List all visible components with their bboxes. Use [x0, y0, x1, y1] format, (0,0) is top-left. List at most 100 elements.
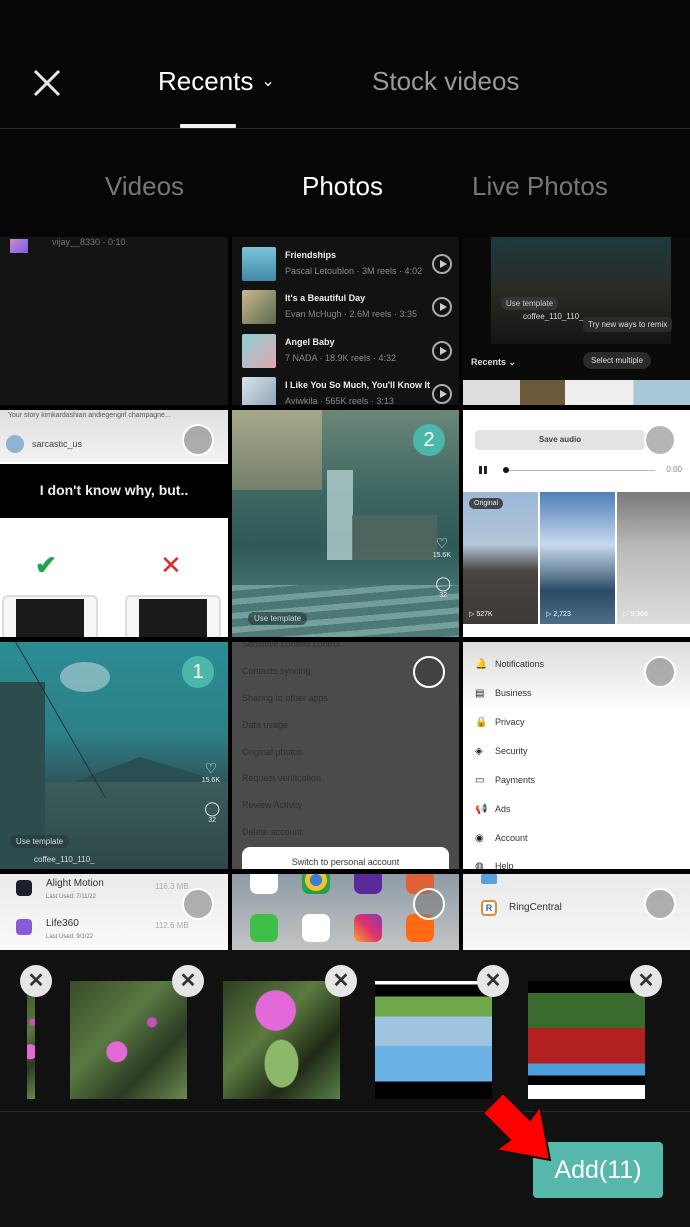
selected-thumbnail[interactable] [70, 981, 187, 1099]
photo-thumbnail[interactable]: Your story kimkardashian andiegengirl ch… [0, 410, 228, 637]
comment-icon: ◯ [204, 800, 220, 816]
settings-item: 📢 Ads [475, 804, 511, 815]
play-icon [432, 297, 452, 317]
username: coffee_110_110_ [34, 855, 95, 864]
comment-icon: ◯ [435, 575, 451, 591]
remove-button[interactable]: ✕ [325, 965, 357, 997]
selection-circle[interactable] [182, 888, 214, 920]
capcut-icon [302, 914, 330, 942]
photo-thumbnail[interactable]: Friendships Pascal Letoublon · 3M reels … [232, 237, 459, 405]
photo-thumbnail[interactable] [232, 874, 459, 950]
lamp-post [327, 470, 353, 560]
selection-number-badge[interactable]: 2 [413, 424, 445, 456]
reel-tile [617, 492, 690, 624]
account-icon: ◉ [475, 833, 484, 844]
building [232, 410, 322, 490]
song-item: Friendships Pascal Letoublon · 3M reels … [242, 247, 452, 281]
subtab-videos[interactable]: Videos [105, 171, 184, 202]
selection-circle[interactable] [644, 888, 676, 920]
cloud [60, 662, 110, 692]
pause-icon [479, 466, 487, 474]
settings-item: 🔒 Privacy [475, 717, 525, 728]
remove-button[interactable]: ✕ [630, 965, 662, 997]
comment-count: ◯ 32 [435, 575, 451, 599]
likes-value: 15.6K [201, 777, 220, 784]
phone-image [125, 595, 221, 637]
remove-button[interactable]: ✕ [20, 965, 52, 997]
tab-stock-videos[interactable]: Stock videos [372, 66, 519, 97]
photo-thumbnail[interactable]: vijay__8330 · 0:10 [0, 237, 228, 405]
subtab-live-photos[interactable]: Live Photos [472, 171, 608, 202]
tab-recents-label: Recents [158, 66, 254, 96]
photo-thumbnail[interactable]: 🔔 Notifications ▤ Business 🔒 Privacy ◈ Secur… [463, 642, 690, 869]
song-subtitle: Evan McHugh · 2.6M reels · 3:35 [285, 309, 418, 319]
selection-circle[interactable] [182, 424, 214, 456]
likes-value: 15.6K [432, 552, 451, 559]
red-arrow-annotation-icon [481, 1091, 552, 1162]
checkmark-icon: ✔ [35, 550, 57, 580]
song-title: I Like You So Much, You'll Know It [285, 380, 430, 390]
settings-item-label: Help [495, 861, 514, 869]
lock-icon: 🔒 [475, 717, 488, 728]
username: coffee_110_110_ [523, 312, 584, 321]
original-badge: Original [469, 498, 504, 509]
selection-circle[interactable] [413, 656, 445, 688]
photo-thumbnail[interactable]: R RingCentral [463, 874, 690, 950]
stories-row: Your story kimkardashian andiegengirl ch… [8, 412, 171, 419]
app-last-used: Last Used: 9/1/22 [46, 934, 94, 940]
settings-item: Data usage [242, 720, 289, 730]
avatar [6, 435, 24, 453]
subtab-photos[interactable]: Photos [302, 171, 383, 202]
song-title: Angel Baby [285, 337, 335, 347]
alight-motion-icon [16, 880, 32, 896]
settings-item-label: Notifications [495, 659, 545, 669]
photo-thumbnail[interactable]: Alight Motion Last Used: 7/11/22 116.3 M… [0, 874, 228, 950]
comment-count: ◯ 32 [204, 800, 220, 824]
selection-number-badge[interactable]: 1 [182, 656, 214, 688]
photo-thumbnail[interactable]: ♡ 15.6K ◯ 32 Use template coffee_110_110… [0, 642, 228, 869]
recents-label: Recents ⌄ [471, 357, 517, 367]
remove-button[interactable]: ✕ [477, 965, 509, 997]
comments-value: 32 [439, 592, 448, 599]
ringcentral-icon: R [481, 900, 497, 916]
shield-icon: ◈ [475, 746, 483, 757]
view-count: ▷ 9,368 [623, 611, 648, 618]
use-template-label: Use template [10, 835, 70, 848]
selected-thumbnail[interactable] [223, 981, 340, 1099]
help-icon: ◍ [475, 861, 484, 869]
album-art [242, 334, 276, 368]
roku-remote-icon [354, 874, 382, 894]
tab-recents[interactable]: Recents ⌄ [158, 66, 275, 97]
song-item: It's a Beautiful Day Evan McHugh · 2.6M … [242, 290, 452, 324]
selection-circle[interactable] [413, 888, 445, 920]
settings-item: ◉ Account [475, 833, 528, 844]
selection-circle[interactable] [644, 424, 676, 456]
play-icon [432, 254, 452, 274]
bottom-bar: Add(11) [0, 1112, 690, 1227]
settings-item: Sharing to other apps [242, 693, 329, 703]
remove-button[interactable]: ✕ [172, 965, 204, 997]
username: sarcastic_us [32, 439, 83, 449]
settings-item: Original photos [242, 747, 303, 757]
selection-circle[interactable] [644, 656, 676, 688]
photo-thumbnail[interactable]: Use template coffee_110_110_ Try new way… [463, 237, 690, 405]
selected-thumbnail[interactable] [375, 981, 492, 1099]
settings-item: Review Activity [242, 800, 303, 810]
photo-thumbnail[interactable]: Sensitive content control Contacts synci… [232, 642, 459, 869]
store-icon: ▤ [475, 688, 485, 699]
photo-thumbnail[interactable]: ♡ 15.6K ◯ 32 Use template 2 [232, 410, 459, 637]
app-size: 116.3 MB [155, 882, 189, 891]
wall [352, 515, 437, 560]
song-title: Friendships [285, 250, 337, 260]
selected-thumbnail[interactable] [528, 981, 645, 1099]
reel-tile [463, 492, 538, 624]
phone-image [2, 595, 98, 637]
bell-icon: 🔔 [475, 659, 488, 670]
app-name: RingCentral [509, 902, 562, 913]
album-art [242, 290, 276, 324]
photo-thumbnail[interactable]: Save audio 0:00 Original ▷ 527K ▷ 2,723 … [463, 410, 690, 637]
selected-thumbnail[interactable] [27, 981, 35, 1099]
recents-strip [463, 380, 690, 405]
close-button[interactable] [28, 64, 66, 102]
app-last-used: Last Used: 7/11/22 [46, 894, 96, 900]
